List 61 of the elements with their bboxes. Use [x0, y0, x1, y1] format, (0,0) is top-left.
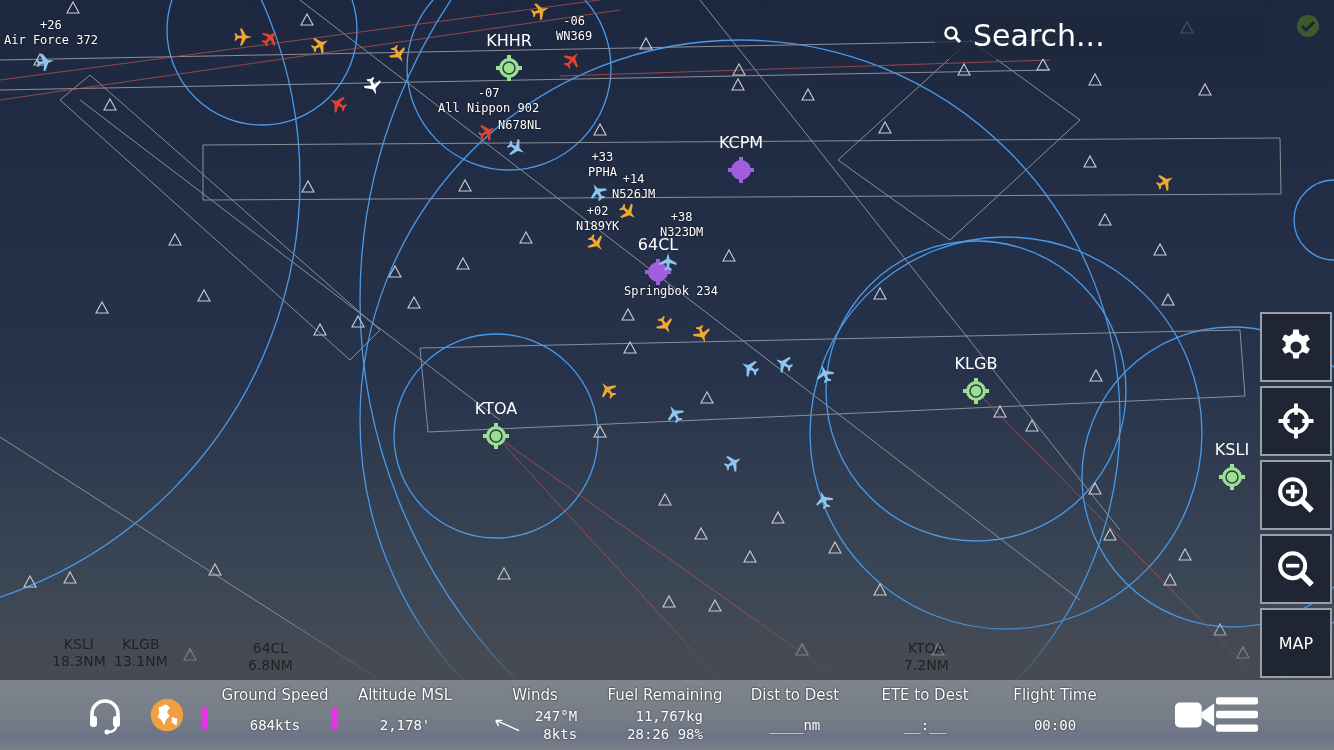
- map-button[interactable]: MAP: [1260, 608, 1332, 678]
- stat-label: ETE to Dest: [881, 685, 969, 705]
- airplane-icon[interactable]: [658, 252, 678, 272]
- indicator-bar: [332, 707, 338, 729]
- stat-value: 684kts: [249, 716, 301, 734]
- airport-marker-icon[interactable]: [962, 377, 990, 405]
- airport-label: KCPM: [718, 134, 764, 152]
- stat-label: Ground Speed: [221, 685, 329, 705]
- aircraft-callsign: Air Force 372: [4, 33, 98, 48]
- settings-button[interactable]: [1260, 312, 1332, 382]
- zoom-out-icon: [1276, 549, 1316, 589]
- airport-label: KHHR: [486, 32, 532, 50]
- altitude-offset: +26: [40, 18, 62, 33]
- airport-marker-icon[interactable]: [482, 422, 510, 450]
- stat-label: Altitude MSL: [357, 685, 453, 705]
- aircraft-callsign: N678NL: [498, 118, 542, 133]
- airport-marker-icon[interactable]: [644, 258, 672, 286]
- airport-label: 64CL: [637, 236, 679, 254]
- stat-label: Flight Time: [1013, 685, 1097, 705]
- aircraft-callsign: WN369: [556, 29, 593, 44]
- altitude-offset: +02: [586, 204, 609, 219]
- airport-label: KLGB: [954, 355, 998, 373]
- stat-value: 28:26 98%: [627, 725, 703, 743]
- airplane-icon[interactable]: [233, 27, 253, 47]
- aircraft-callsign: N189YK: [576, 219, 620, 234]
- stat-value: 00:00: [1033, 716, 1077, 734]
- search-field[interactable]: Search...: [935, 11, 1265, 59]
- search-icon: [943, 25, 963, 45]
- zoom-in-button[interactable]: [1260, 460, 1332, 530]
- menu-icon[interactable]: [1216, 695, 1258, 735]
- stat-value: 8kts: [543, 725, 578, 743]
- airport-marker-icon[interactable]: [495, 54, 523, 82]
- stat-value: 11,767kg: [635, 707, 703, 725]
- stat-value: __:__: [903, 716, 947, 734]
- aircraft-callsign: PPHA: [588, 165, 617, 180]
- stat-label: Dist to Dest: [750, 685, 840, 705]
- altitude-offset: +38: [670, 210, 693, 225]
- altitude-offset: +14: [622, 172, 645, 187]
- aircraft-callsign: N323DM: [660, 225, 704, 239]
- crosshair-button[interactable]: [1260, 386, 1332, 456]
- airport-marker-icon[interactable]: [1218, 463, 1246, 491]
- stat-value: 2,178': [379, 716, 431, 734]
- waypoint-ident: KTOA: [907, 640, 945, 657]
- stat-label: Fuel Remaining: [607, 685, 723, 705]
- zoom-out-button[interactable]: [1260, 534, 1332, 604]
- stat-value: 247°M: [534, 707, 578, 725]
- airport-label: KSLI: [1214, 441, 1250, 459]
- airport-label: KTOA: [474, 400, 518, 418]
- aircraft-callsign: Springbok 234: [624, 284, 718, 299]
- stat-label: Winds: [512, 685, 558, 705]
- altitude-offset: +33: [591, 150, 614, 165]
- zoom-in-icon: [1276, 475, 1316, 515]
- stat-value: ____nm: [769, 716, 821, 734]
- checkmark-icon: [1294, 12, 1322, 40]
- indicator-bar: [202, 707, 208, 729]
- wind-arrow-icon: [492, 717, 521, 733]
- altitude-offset: -06: [563, 14, 585, 29]
- altitude-offset: -07: [477, 86, 500, 101]
- airport-marker-icon[interactable]: [727, 156, 755, 184]
- aircraft-callsign: N526JM: [612, 187, 656, 202]
- crosshair-icon: [1277, 402, 1315, 440]
